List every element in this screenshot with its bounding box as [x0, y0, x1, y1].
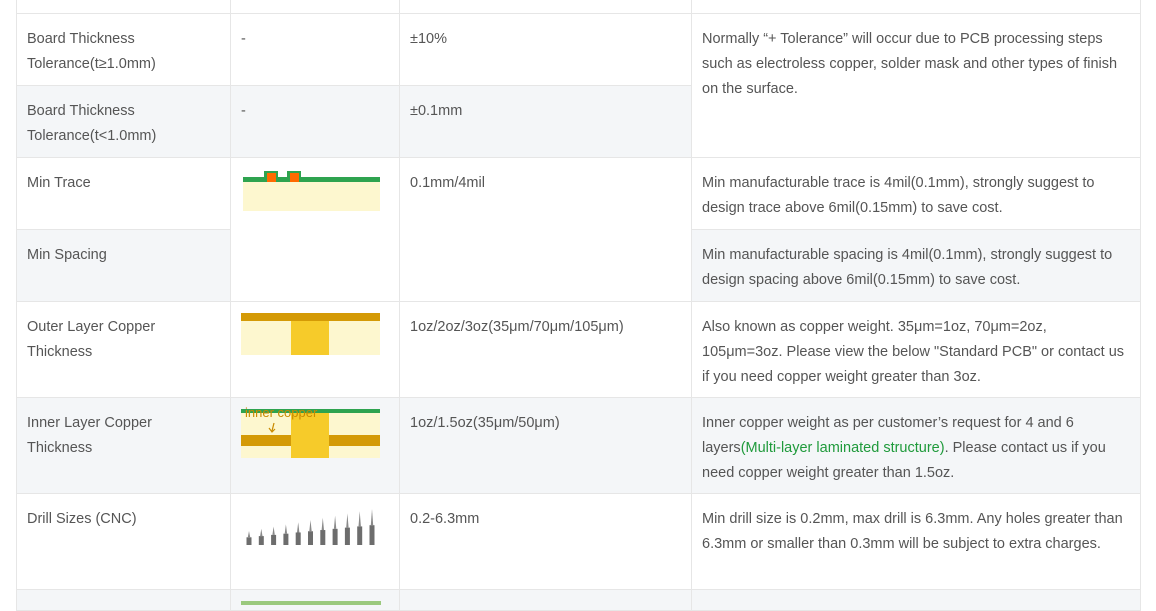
table-row-top-partial — [16, 0, 1141, 14]
drill-bit — [283, 524, 289, 545]
drill-bit — [246, 531, 252, 545]
param-value: ±0.1mm — [399, 85, 692, 158]
param-description: Min manufacturable trace is 4mil(0.1mm),… — [691, 157, 1141, 230]
param-value: ±10% — [399, 13, 692, 86]
table-row-board-thickness-ge: Board Thickness Tolerance(t≥1.0mm) - ±10… — [16, 13, 1141, 158]
param-value: 0.2-6.3mm — [399, 493, 692, 590]
trace-diagram-cell — [230, 157, 400, 302]
outer-copper-diagram-cell — [230, 301, 400, 398]
table-row-inner-copper: Inner Layer Copper Thickness inner coppe… — [16, 397, 1141, 494]
spec-table-page: Board Thickness Tolerance(t≥1.0mm) - ±10… — [0, 0, 1156, 611]
param-value: 0.1mm/4mil — [399, 157, 692, 302]
outer-copper-diagram-icon — [241, 313, 380, 355]
param-name: Inner Layer Copper Thickness — [16, 397, 231, 494]
drill-bit — [344, 513, 350, 545]
drill-bit — [332, 515, 338, 545]
pcb-capabilities-table: Board Thickness Tolerance(t≥1.0mm) - ±10… — [16, 0, 1141, 611]
table-row-drill-sizes: Drill Sizes (CNC) 0.2-6.3mm Min drill si… — [16, 493, 1141, 590]
param-image-dash: - — [230, 85, 400, 158]
param-description: Inner copper weight as per customer’s re… — [691, 397, 1141, 494]
param-name: Drill Sizes (CNC) — [16, 493, 231, 590]
inner-copper-diagram-cell: inner copper — [230, 397, 400, 494]
trace-diagram-icon — [243, 171, 380, 211]
param-image-dash: - — [230, 13, 400, 86]
table-row-outer-copper: Outer Layer Copper Thickness 1oz/2oz/3oz… — [16, 301, 1141, 398]
param-name: Min Spacing — [16, 229, 231, 302]
drill-bit — [357, 511, 363, 545]
param-name: Board Thickness Tolerance(t≥1.0mm) — [16, 13, 231, 86]
drill-bit — [369, 509, 375, 545]
inner-copper-diagram-label: inner copper — [245, 405, 318, 420]
drill-bit — [258, 528, 264, 545]
drill-bit — [295, 522, 301, 545]
param-value: 1oz/1.5oz(35μm/50μm) — [399, 397, 692, 494]
param-description: Normally “+ Tolerance” will occur due to… — [691, 13, 1141, 158]
multilayer-structure-link[interactable]: (Multi-layer laminated structure) — [741, 440, 945, 456]
param-name: Outer Layer Copper Thickness — [16, 301, 231, 398]
table-row-next-partial — [16, 589, 1141, 611]
table-row-min-trace: Min Trace 0.1mm/4mil Min manufacturable … — [16, 157, 1141, 302]
drill-bit — [308, 520, 313, 545]
drill-bit — [271, 526, 277, 545]
param-description: Min drill size is 0.2mm, max drill is 6.… — [691, 493, 1141, 590]
param-value: 1oz/2oz/3oz(35μm/70μm/105μm) — [399, 301, 692, 398]
drill-bits-icon — [246, 509, 375, 545]
param-description: Also known as copper weight. 35μm=1oz, 7… — [691, 301, 1141, 398]
param-name: Min Trace — [16, 157, 231, 230]
param-description: Min manufacturable spacing is 4mil(0.1mm… — [691, 229, 1141, 302]
drill-diagram-cell — [230, 493, 400, 590]
param-name: Board Thickness Tolerance(t<1.0mm) — [16, 85, 231, 158]
drill-bit — [320, 517, 326, 545]
